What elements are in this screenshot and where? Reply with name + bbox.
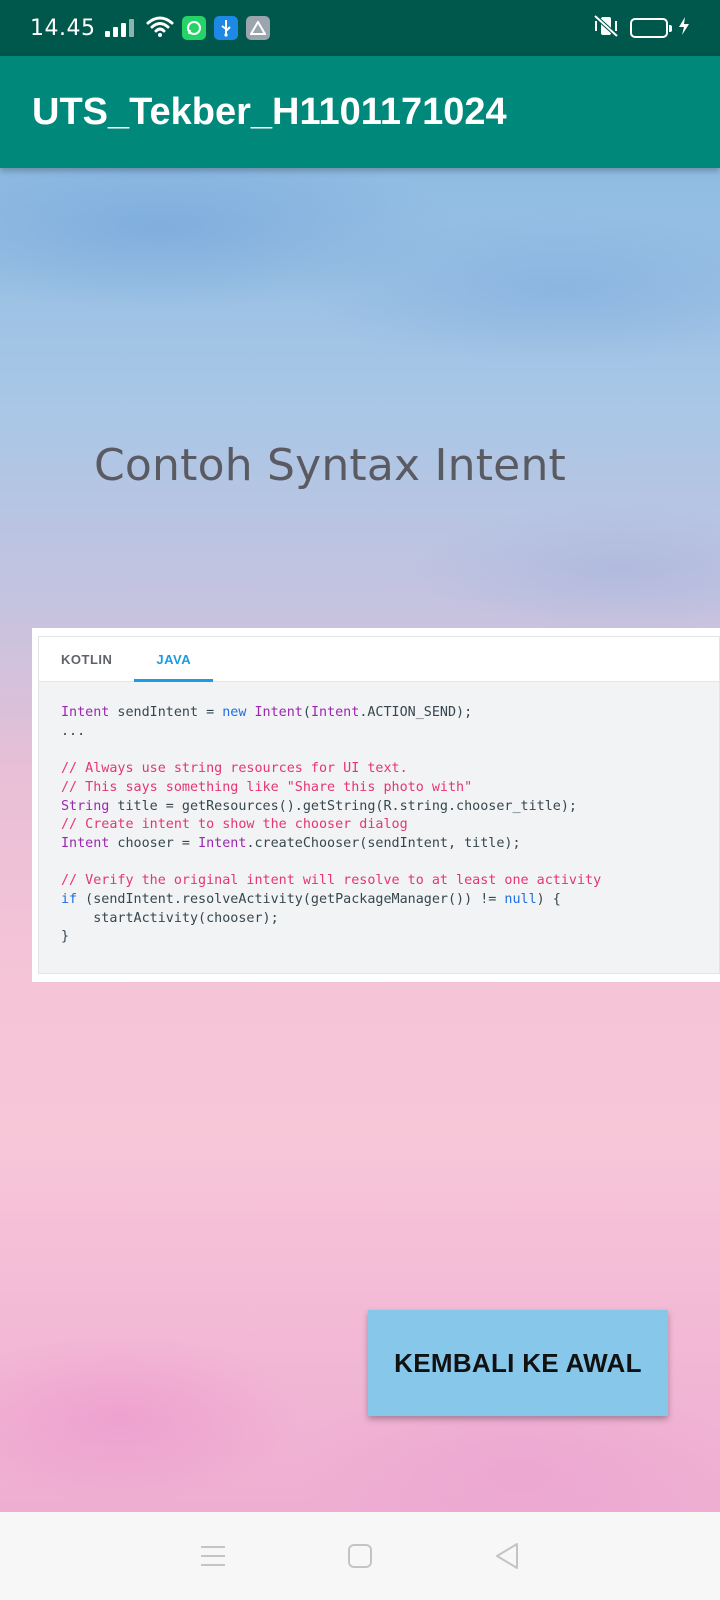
back-icon[interactable] — [487, 1536, 527, 1576]
app-title: UTS_Tekber_H1101171024 — [32, 90, 507, 133]
home-icon[interactable] — [340, 1536, 380, 1576]
battery-icon — [630, 18, 672, 38]
vibrate-off-icon — [592, 14, 620, 43]
language-tabs: KOTLIN JAVA — [39, 637, 719, 682]
whatsapp-icon — [182, 16, 207, 40]
tab-java[interactable]: JAVA — [134, 637, 213, 682]
code-snippet-card: KOTLIN JAVA Intent sendIntent = new Inte… — [32, 628, 720, 982]
status-time: 14.45 — [30, 15, 96, 41]
navigation-bar — [0, 1512, 720, 1600]
drive-icon — [246, 16, 271, 40]
code-block: Intent sendIntent = new Intent(Intent.AC… — [61, 705, 602, 945]
usb-icon — [214, 16, 239, 40]
menu-icon[interactable] — [193, 1536, 233, 1576]
page-heading: Contoh Syntax Intent — [94, 440, 566, 491]
status-bar: 14.45 — [0, 0, 720, 56]
back-to-start-button[interactable]: KEMBALI KE AWAL — [368, 1310, 668, 1416]
app-bar: UTS_Tekber_H1101171024 — [0, 56, 720, 168]
signal-icon — [105, 19, 135, 37]
code-snippet-container: KOTLIN JAVA Intent sendIntent = new Inte… — [38, 636, 720, 974]
tab-kotlin[interactable]: KOTLIN — [39, 637, 134, 681]
wifi-icon — [146, 15, 174, 42]
charging-icon — [678, 16, 690, 40]
